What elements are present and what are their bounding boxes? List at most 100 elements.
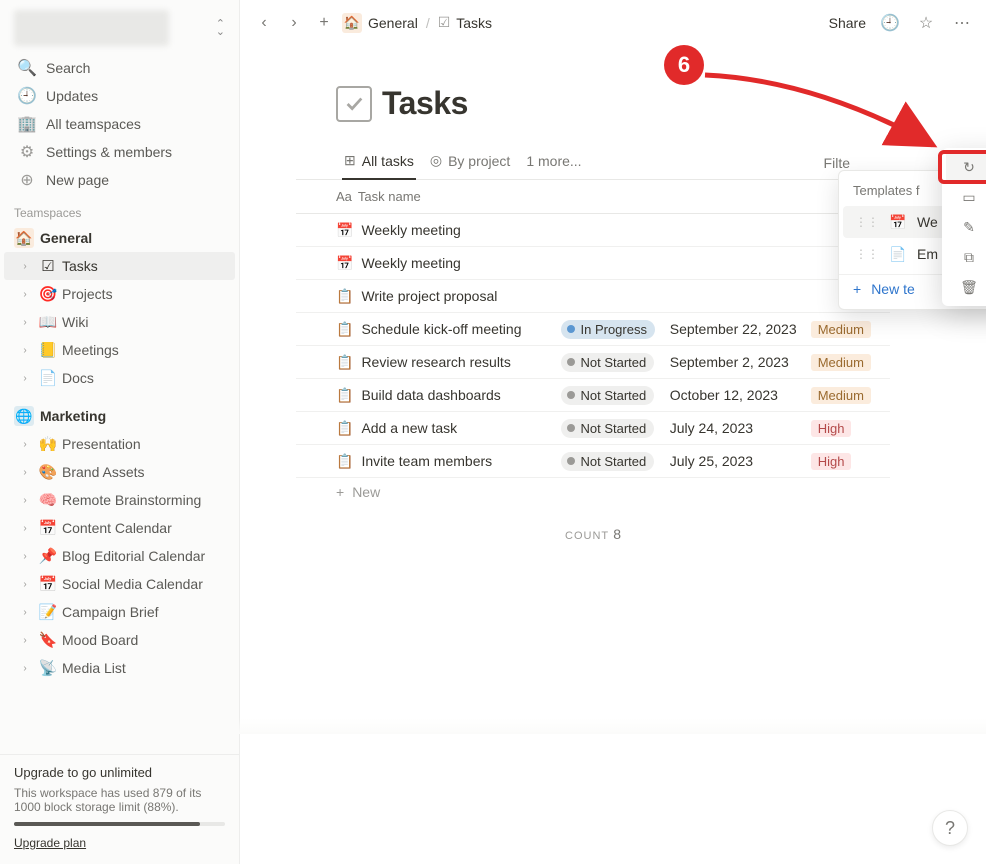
page-social-media-calendar[interactable]: ›📅Social Media Calendar <box>4 570 235 598</box>
caret-icon[interactable]: › <box>16 373 34 384</box>
drag-handle-icon[interactable]: ⋮⋮ <box>855 247 879 261</box>
tab-all-tasks[interactable]: ⊞All tasks <box>336 146 422 179</box>
new-row-button[interactable]: + New <box>296 478 890 506</box>
status-pill[interactable]: Not Started <box>561 353 655 372</box>
upgrade-banner: Upgrade to go unlimited This workspace h… <box>0 754 239 864</box>
page-tasks[interactable]: ›☑Tasks <box>4 252 235 280</box>
table-row[interactable]: 📋Build data dashboardsNot StartedOctober… <box>296 379 890 412</box>
template-emoji-icon: 📅 <box>889 214 907 231</box>
nav-forward-button[interactable]: › <box>282 11 306 35</box>
plus-icon: + <box>336 484 344 500</box>
breadcrumb-segment[interactable]: Tasks <box>456 15 492 31</box>
status-dot-icon <box>567 391 575 399</box>
star-icon[interactable]: ☆ <box>914 11 938 35</box>
nav-all-teamspaces[interactable]: 🏢All teamspaces <box>4 110 235 138</box>
row-emoji-icon: 📋 <box>336 453 353 470</box>
menu-item-delete[interactable]: 🗑Delete <box>946 272 986 302</box>
drag-handle-icon[interactable]: ⋮⋮ <box>855 215 879 229</box>
caret-icon[interactable]: › <box>16 579 34 590</box>
teamspace-general[interactable]: 🏠 General <box>4 224 235 252</box>
status-dot-icon <box>567 457 575 465</box>
main: ‹ › + 🏠 General / ☑ Tasks Share 🕘 ☆ ⋯ <box>240 0 986 864</box>
menu-item-duplicate[interactable]: ⧉Duplicate <box>946 242 986 272</box>
priority-pill[interactable]: High <box>811 453 852 470</box>
share-button[interactable]: Share <box>829 15 866 31</box>
tab-by-project[interactable]: ◎By project <box>422 146 518 179</box>
upgrade-body: This workspace has used 879 of its 1000 … <box>14 786 225 814</box>
status-pill[interactable]: Not Started <box>561 419 655 438</box>
nav-settings-members[interactable]: ⚙Settings & members <box>4 138 235 166</box>
caret-icon[interactable]: › <box>16 467 34 478</box>
priority-pill[interactable]: High <box>811 420 852 437</box>
page-blog-editorial-calendar[interactable]: ›📌Blog Editorial Calendar <box>4 542 235 570</box>
due-date: September 22, 2023 <box>670 321 811 337</box>
nav-updates[interactable]: 🕘Updates <box>4 82 235 110</box>
page-remote-brainstorming[interactable]: ›🧠Remote Brainstorming <box>4 486 235 514</box>
clock-icon[interactable]: 🕘 <box>878 11 902 35</box>
teamspaces-heading: Teamspaces <box>0 196 239 224</box>
column-header-name[interactable]: Aa Task name <box>336 189 584 204</box>
menu-icon: ▭ <box>960 189 978 206</box>
teamspace-marketing[interactable]: 🌐 Marketing <box>4 402 235 430</box>
plus-icon: + <box>853 281 861 297</box>
page-wiki[interactable]: ›📖Wiki <box>4 308 235 336</box>
new-tab-button[interactable]: + <box>312 11 336 35</box>
tab--more-[interactable]: 1 more... <box>518 147 589 179</box>
caret-icon[interactable]: › <box>16 495 34 506</box>
caret-icon[interactable]: › <box>16 289 34 300</box>
priority-pill[interactable]: Medium <box>811 321 871 338</box>
status-pill[interactable]: Not Started <box>561 452 655 471</box>
page-projects[interactable]: ›🎯Projects <box>4 280 235 308</box>
table-row[interactable]: 📋Invite team membersNot StartedJuly 25, … <box>296 445 890 478</box>
page-brand-assets[interactable]: ›🎨Brand Assets <box>4 458 235 486</box>
page-presentation[interactable]: ›🙌Presentation <box>4 430 235 458</box>
breadcrumb-segment[interactable]: General <box>368 15 418 31</box>
caret-icon[interactable]: › <box>16 635 34 646</box>
table-row[interactable]: 📋Write project proposal <box>296 280 890 313</box>
caret-icon[interactable]: › <box>16 523 34 534</box>
priority-pill[interactable]: Medium <box>811 387 871 404</box>
priority-pill[interactable]: Medium <box>811 354 871 371</box>
caret-icon[interactable]: › <box>16 261 34 272</box>
menu-item-repeat[interactable]: ↻RepeatOff ⌄ <box>946 152 986 182</box>
more-icon[interactable]: ⋯ <box>950 11 974 35</box>
page-docs[interactable]: ›📄Docs <box>4 364 235 392</box>
nav-search[interactable]: 🔍Search <box>4 54 235 82</box>
table-row[interactable]: 📅Weekly meeting <box>296 247 890 280</box>
task-name: Write project proposal <box>361 288 497 304</box>
breadcrumb-separator: / <box>426 15 430 31</box>
caret-icon[interactable]: › <box>16 317 34 328</box>
page-icon[interactable] <box>336 86 372 122</box>
workspace-switcher[interactable]: ⌃⌄ <box>0 0 239 52</box>
help-button[interactable]: ? <box>932 810 968 846</box>
nav-back-button[interactable]: ‹ <box>252 11 276 35</box>
table-row[interactable]: 📅Weekly meeting <box>296 214 890 247</box>
row-emoji-icon: 📅 <box>336 255 353 272</box>
menu-item-set-as-default[interactable]: ▭Set as default <box>946 182 986 212</box>
nav-new-page[interactable]: ⊕New page <box>4 166 235 194</box>
nav-icon: ⚙ <box>18 143 36 161</box>
status-pill[interactable]: Not Started <box>561 386 655 405</box>
page-media-list[interactable]: ›📡Media List <box>4 654 235 682</box>
table-row[interactable]: 📋Review research resultsNot StartedSepte… <box>296 346 890 379</box>
menu-icon: ✎ <box>960 219 978 236</box>
filter-button[interactable]: Filte <box>824 155 890 171</box>
caret-icon[interactable]: › <box>16 551 34 562</box>
caret-icon[interactable]: › <box>16 607 34 618</box>
sidebar: ⌃⌄ 🔍Search🕘Updates🏢All teamspaces⚙Settin… <box>0 0 240 864</box>
breadcrumb[interactable]: 🏠 General / ☑ Tasks <box>342 13 492 33</box>
page-meetings[interactable]: ›📒Meetings <box>4 336 235 364</box>
caret-icon[interactable]: › <box>16 439 34 450</box>
caret-icon[interactable]: › <box>16 345 34 356</box>
caret-icon[interactable]: › <box>16 663 34 674</box>
page-content-calendar[interactable]: ›📅Content Calendar <box>4 514 235 542</box>
page-title[interactable]: Tasks <box>382 85 468 122</box>
page-campaign-brief[interactable]: ›📝Campaign Brief <box>4 598 235 626</box>
status-pill[interactable]: In Progress <box>561 320 655 339</box>
upgrade-plan-link[interactable]: Upgrade plan <box>14 836 86 850</box>
table-row[interactable]: 📋Add a new taskNot StartedJuly 24, 2023H… <box>296 412 890 445</box>
menu-item-edit[interactable]: ✎Edit <box>946 212 986 242</box>
table-row[interactable]: 📋Schedule kick-off meetingIn ProgressSep… <box>296 313 890 346</box>
page-mood-board[interactable]: ›🔖Mood Board <box>4 626 235 654</box>
menu-icon: 🗑 <box>960 279 978 296</box>
